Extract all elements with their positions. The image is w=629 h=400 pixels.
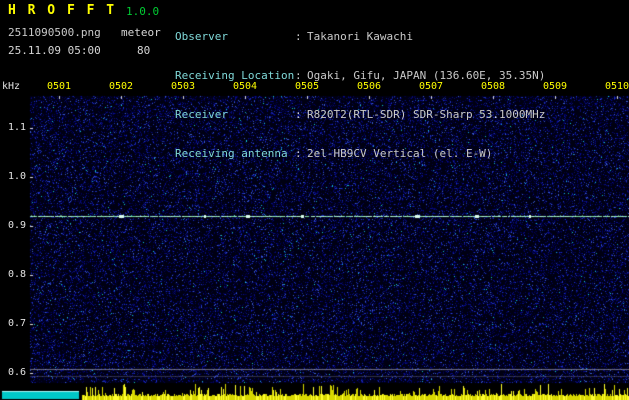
output-filename: 2511090500.png [8,26,101,39]
info-separator: : [295,30,302,43]
y-tick-label: 0.7 [7,318,26,329]
count-value: 80 [137,44,151,57]
info-value-observer: Takanori Kawachi [307,30,413,43]
info-separator: : [295,147,302,160]
info-value-receiver: R820T2(RTL-SDR) SDR-Sharp 53.1000MHz [307,108,546,121]
info-row-antenna: Receiving antenna : 2el-HB9CV Vertical (… [175,147,545,160]
info-label-antenna: Receiving antenna [175,147,288,160]
y-tick-label: 1.1 [7,122,26,133]
info-row-receiver: Receiver : R820T2(RTL-SDR) SDR-Sharp 53.… [175,108,545,121]
info-label-observer: Observer [175,30,228,43]
station-info: Observer : Takanori Kawachi Receiving Lo… [175,4,545,186]
info-separator: : [295,108,302,121]
y-tick-label: 0.6 [7,367,26,378]
y-tick-label: 0.9 [7,220,26,231]
info-label-receiver: Receiver [175,108,228,121]
x-tick-label: 0508 [480,81,506,92]
x-tick-label: 0505 [294,81,320,92]
x-tick-label: 0509 [542,81,568,92]
y-tick-label: 1.0 [7,171,26,182]
x-tick-label: 0504 [232,81,258,92]
x-tick-label: 0501 [46,81,72,92]
mode-label: meteor [121,26,161,39]
y-tick-label: 0.8 [7,269,26,280]
y-axis-unit-label: kHz [2,81,21,92]
info-row-observer: Observer : Takanori Kawachi [175,30,545,43]
x-tick-label: 0507 [418,81,444,92]
observation-datetime: 25.11.09 05:00 [8,44,101,57]
x-tick-label: 0503 [170,81,196,92]
app-title: H R O F F T [8,3,117,18]
hrofft-screen: H R O F F T 1.0.0 2511090500.png meteor … [0,0,629,400]
info-value-antenna: 2el-HB9CV Vertical (el. E-W) [307,147,493,160]
x-tick-label: 0510 [604,81,629,92]
app-version-label: 1.0.0 [126,5,160,18]
x-tick-label: 0506 [356,81,382,92]
x-tick-label: 0502 [108,81,134,92]
